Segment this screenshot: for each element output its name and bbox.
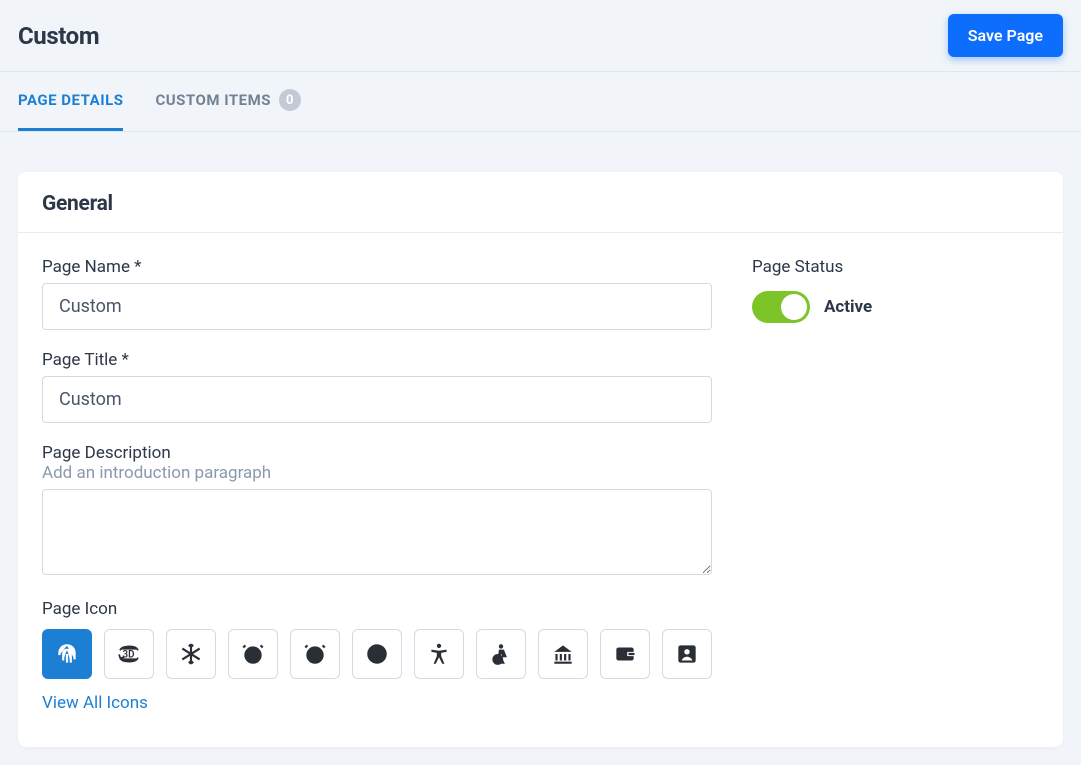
page-description-label: Page Description [42,443,712,463]
card-header: General [18,172,1063,233]
tab-page-details[interactable]: PAGE DETAILS [18,72,123,131]
left-column: Page Name * Page Title * Page Descriptio… [42,257,712,723]
save-page-button[interactable]: Save Page [948,14,1063,57]
clock-icon[interactable] [352,629,402,679]
accessible-icon[interactable] [476,629,526,679]
general-card: General Page Name * Page Title * Page De… [18,172,1063,747]
status-toggle[interactable] [752,291,810,323]
page-name-field: Page Name * [42,257,712,330]
page-name-input[interactable] [42,283,712,330]
alarm-icon[interactable] [228,629,278,679]
page-name-label: Page Name * [42,257,712,277]
page-description-field: Page Description Add an introduction par… [42,443,712,579]
account-box-icon[interactable] [662,629,712,679]
section-title: General [42,192,1039,216]
tab-custom-items[interactable]: CUSTOM ITEMS 0 [155,72,301,131]
page-header: Custom Save Page [0,0,1081,72]
tab-label: CUSTOM ITEMS [155,91,271,109]
tab-bar: PAGE DETAILS CUSTOM ITEMS 0 [0,72,1081,132]
card-body: Page Name * Page Title * Page Descriptio… [18,233,1063,747]
rotation-3d-icon[interactable]: 3D [104,629,154,679]
right-column: Page Status Active [752,257,1039,723]
status-text: Active [824,297,872,317]
tab-label: PAGE DETAILS [18,91,123,109]
content-area: General Page Name * Page Title * Page De… [0,132,1081,765]
accessibility-icon[interactable] [414,629,464,679]
bank-icon[interactable] [538,629,588,679]
toggle-knob [781,294,807,320]
view-all-icons-link[interactable]: View All Icons [42,693,148,713]
page-icon-field: Page Icon 3D [42,599,712,713]
wallet-icon[interactable] [600,629,650,679]
icon-grid: 3D [42,629,712,679]
page-description-hint: Add an introduction paragraph [42,463,712,483]
tab-count-badge: 0 [279,89,301,111]
fingerprint-icon[interactable] [42,629,92,679]
page-title: Custom [18,22,99,50]
page-status-label: Page Status [752,257,1039,277]
snowflake-icon[interactable] [166,629,216,679]
status-toggle-row: Active [752,291,1039,323]
page-title-input[interactable] [42,376,712,423]
alarm-add-icon[interactable] [290,629,340,679]
page-description-input[interactable] [42,489,712,575]
page-title-field: Page Title * [42,350,712,423]
page-icon-label: Page Icon [42,599,712,619]
page-title-label: Page Title * [42,350,712,370]
